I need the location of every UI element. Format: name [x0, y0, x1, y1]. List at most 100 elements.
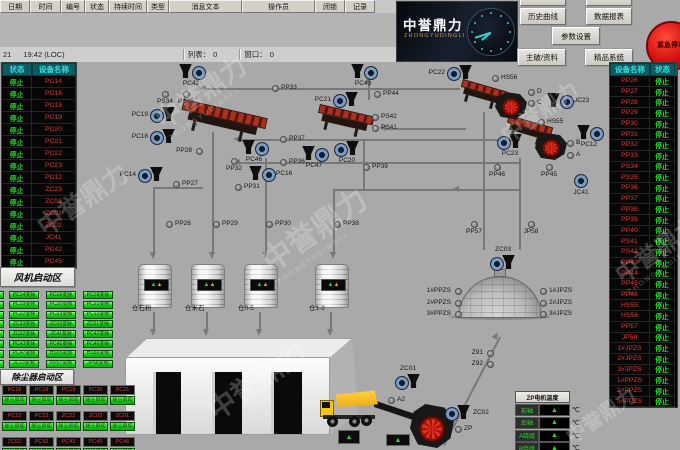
- alarm-column-1[interactable]: 日期: [0, 0, 30, 13]
- device-pc18[interactable]: PC18: [150, 129, 176, 144]
- nav-button-main-feed[interactable]: 主破/资料: [518, 49, 566, 66]
- silo-4[interactable]: ▲▲: [315, 264, 349, 308]
- fan-start-button[interactable]: PC47变频: [9, 350, 39, 358]
- device-pc43[interactable]: PC43: [350, 64, 376, 79]
- crusher-rotor: [419, 416, 445, 442]
- fan-start-button[interactable]: PC18变频: [83, 291, 113, 299]
- fan-start-button[interactable]: JC23变频: [9, 360, 39, 368]
- incline-conveyor[interactable]: [374, 398, 416, 426]
- crusher[interactable]: [495, 92, 527, 119]
- truck-window: [322, 402, 330, 408]
- fan-start-button[interactable]: HS55变频: [46, 350, 76, 358]
- alarm-message-area[interactable]: [0, 13, 396, 48]
- dust-start-button[interactable]: 除尘启动: [2, 396, 27, 405]
- alarm-column-6[interactable]: 类型: [147, 0, 169, 13]
- device-pc42[interactable]: PC42: [178, 64, 204, 79]
- dust-start-button[interactable]: 除尘启动: [110, 422, 135, 431]
- fan-start-button[interactable]: ZC01变频: [83, 320, 113, 328]
- fan-start-button[interactable]: ZC02变频: [9, 330, 39, 338]
- fan-start-button[interactable]: PC20变频: [46, 301, 76, 309]
- hopper-icon: [547, 93, 560, 107]
- fan-start-button[interactable]: PC19变频: [9, 301, 39, 309]
- device-zc01[interactable]: ZC01: [395, 374, 421, 389]
- alarm-column-5[interactable]: 持续时间: [109, 0, 147, 13]
- dust-start-button[interactable]: 除尘启动: [29, 422, 54, 431]
- nav-button-parameter-settings[interactable]: 参数设置: [552, 27, 600, 45]
- fan-start-button[interactable]: ZC03变频: [46, 320, 76, 328]
- fan-start-button[interactable]: HS56变频: [83, 350, 113, 358]
- device-pc46[interactable]: PC46: [241, 140, 267, 155]
- alarm-column-3[interactable]: 编号: [61, 0, 85, 13]
- device-pc20[interactable]: PC20: [334, 141, 360, 156]
- dust-start-button[interactable]: 除尘启动: [29, 396, 54, 405]
- fan-icon: [255, 142, 269, 156]
- fan-start-button[interactable]: PC21变频: [83, 301, 113, 309]
- fan-button-partial[interactable]: [0, 330, 4, 338]
- fan-start-button[interactable]: JC41变频: [46, 330, 76, 338]
- fan-start-button[interactable]: PP57变频: [46, 360, 76, 368]
- silo-level-window: ▲▲: [250, 279, 275, 291]
- fan-button-partial[interactable]: [0, 360, 4, 368]
- fan-icon: [574, 174, 588, 188]
- dust-start-button[interactable]: 除尘启动: [2, 422, 27, 431]
- alarm-column-7[interactable]: 消息文本: [169, 0, 242, 13]
- device-zc03[interactable]: ZC03: [490, 255, 516, 270]
- fan-button-partial[interactable]: [0, 311, 4, 319]
- junction-label: C: [537, 100, 542, 107]
- dust-start-button[interactable]: 除尘启动: [56, 422, 81, 431]
- nav-button-partial[interactable]: [586, 0, 632, 6]
- fan-icon: [395, 376, 409, 390]
- junction-pp28: PP28: [196, 148, 201, 153]
- fan-start-button[interactable]: PC46变频: [83, 340, 113, 348]
- fan-start-button[interactable]: JP58变频: [83, 360, 113, 368]
- dust-start-button[interactable]: 除尘启动: [83, 422, 108, 431]
- dome-stockpile[interactable]: [458, 276, 542, 318]
- alarm-column-4[interactable]: 状态: [85, 0, 109, 13]
- fan-start-button[interactable]: PC23变频: [46, 311, 76, 319]
- fan-button-partial[interactable]: [0, 350, 4, 358]
- dust-start-button[interactable]: 除尘启动: [56, 396, 81, 405]
- fan-start-button[interactable]: ZC23变频: [9, 320, 39, 328]
- device-pc21[interactable]: PC21: [333, 92, 359, 107]
- fan-start-button[interactable]: PC22变频: [9, 311, 39, 319]
- fan-button-partial[interactable]: [0, 301, 4, 309]
- device-zc02[interactable]: ZC02: [445, 405, 471, 420]
- device-jc23[interactable]: JC23: [546, 93, 572, 108]
- fan-start-button[interactable]: PC45变频: [46, 340, 76, 348]
- fan-start-button[interactable]: PC16变频: [46, 291, 76, 299]
- fan-start-button[interactable]: PC12变频: [83, 311, 113, 319]
- fan-start-button[interactable]: PC43变频: [9, 340, 39, 348]
- vibrating-screen[interactable]: [314, 104, 374, 142]
- alarm-column-2[interactable]: 时间: [30, 0, 61, 13]
- fan-button-partial[interactable]: [0, 291, 4, 299]
- dust-start-button[interactable]: 除尘启动: [110, 396, 135, 405]
- screen-leg: [354, 129, 358, 137]
- dust-start-button[interactable]: 除尘启动: [83, 396, 108, 405]
- table-row: 停止PC19: [2, 112, 76, 124]
- silo-1[interactable]: ▲▲: [138, 264, 172, 308]
- device-label: PC21: [303, 97, 331, 104]
- device-jc41[interactable]: JC41: [568, 173, 594, 188]
- alarm-column-8[interactable]: 操作员: [242, 0, 315, 13]
- flow-arrow: [330, 252, 336, 259]
- device-pc22[interactable]: PC22: [447, 65, 473, 80]
- device-pc19[interactable]: PC19: [150, 107, 176, 122]
- nav-button-history-curve[interactable]: 历史曲线: [520, 8, 566, 25]
- table-row: 停止PC20: [2, 124, 76, 136]
- device-pc12[interactable]: PC12: [576, 125, 602, 140]
- alarm-column-10[interactable]: 记录: [345, 0, 375, 13]
- crusher[interactable]: [535, 133, 567, 160]
- fan-start-button[interactable]: PC14变频: [9, 291, 39, 299]
- device-pc16[interactable]: PC16: [248, 166, 274, 181]
- fan-button-partial[interactable]: [0, 320, 4, 328]
- nav-button-partial[interactable]: [520, 0, 566, 6]
- silo-3[interactable]: ▲▲: [244, 264, 278, 308]
- fan-button-partial[interactable]: [0, 340, 4, 348]
- alarm-column-9[interactable]: 闭锁: [315, 0, 345, 13]
- nav-button-data-report[interactable]: 数据报表: [586, 8, 632, 25]
- device-pc14[interactable]: PC14: [138, 167, 164, 182]
- device-pc23[interactable]: PC23: [497, 134, 523, 149]
- fan-start-button[interactable]: PC42变频: [83, 330, 113, 338]
- table-row: PP40停止: [610, 226, 677, 237]
- silo-2[interactable]: ▲▲: [191, 264, 225, 308]
